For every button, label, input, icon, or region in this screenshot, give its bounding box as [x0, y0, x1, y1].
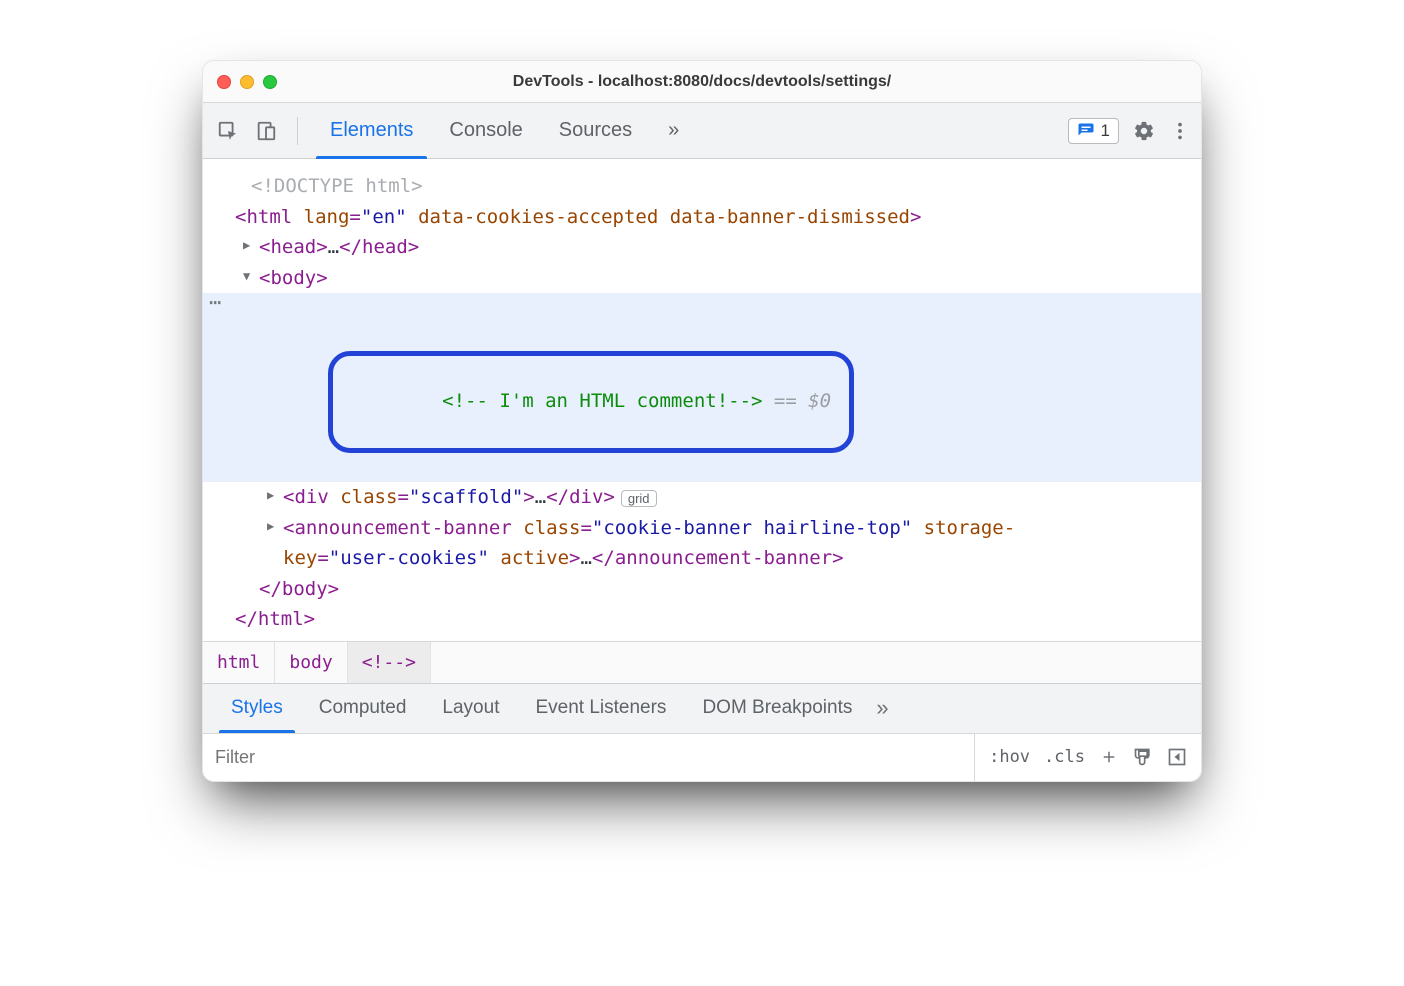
device-toolbar-icon[interactable] — [255, 120, 277, 142]
highlight-callout: <!-- I'm an HTML comment!--> == $0 — [328, 351, 854, 453]
breadcrumb: html body <!--> — [203, 641, 1201, 683]
settings-icon[interactable] — [1133, 120, 1155, 142]
close-icon[interactable] — [217, 75, 231, 89]
issues-count: 1 — [1101, 121, 1110, 141]
expand-toggle-icon[interactable]: ▶ — [267, 517, 279, 529]
breadcrumb-item[interactable]: <!--> — [348, 642, 431, 683]
styles-filter-input[interactable] — [203, 734, 974, 781]
computed-toggle-icon[interactable] — [1167, 747, 1187, 767]
tree-row[interactable]: ▶<head>…</head> — [203, 232, 1201, 263]
window-title: DevTools - localhost:8080/docs/devtools/… — [203, 73, 1201, 91]
tree-row[interactable]: ▼<body> — [203, 263, 1201, 294]
hov-toggle-button[interactable]: :hov — [989, 747, 1030, 767]
tree-row[interactable]: ▶<div class="scaffold">…</div>grid — [203, 482, 1201, 513]
tree-row[interactable]: </html> — [203, 604, 1201, 635]
selected-tree-row[interactable]: ⋯ <!-- I'm an HTML comment!--> == $0 — [203, 293, 1201, 482]
tab-console[interactable]: Console — [431, 103, 540, 159]
elements-tree[interactable]: <!DOCTYPE html> <html lang="en" data-coo… — [203, 159, 1201, 641]
paint-brush-icon[interactable] — [1133, 747, 1153, 767]
main-tabs: Elements Console Sources » — [312, 103, 697, 159]
tab-styles[interactable]: Styles — [213, 683, 301, 733]
collapse-toggle-icon[interactable]: ▼ — [243, 267, 255, 279]
main-toolbar: Elements Console Sources » 1 — [203, 103, 1201, 159]
new-style-rule-icon[interactable] — [1099, 747, 1119, 767]
styles-filter-bar: :hov .cls — [203, 733, 1201, 781]
cls-toggle-button[interactable]: .cls — [1044, 747, 1085, 767]
tree-row[interactable]: <html lang="en" data-cookies-accepted da… — [203, 202, 1201, 233]
toolbar-divider — [297, 117, 298, 145]
kebab-menu-icon[interactable] — [1169, 120, 1191, 142]
tab-layout[interactable]: Layout — [424, 683, 517, 733]
window-titlebar: DevTools - localhost:8080/docs/devtools/… — [203, 61, 1201, 103]
inspect-element-icon[interactable] — [217, 120, 239, 142]
tab-sources[interactable]: Sources — [541, 103, 650, 159]
devtools-window: DevTools - localhost:8080/docs/devtools/… — [202, 60, 1202, 782]
row-actions-icon[interactable]: ⋯ — [209, 295, 223, 315]
breadcrumb-item[interactable]: html — [203, 642, 275, 683]
grid-badge[interactable]: grid — [621, 490, 657, 507]
traffic-lights — [217, 75, 277, 89]
styles-toolbar: :hov .cls — [974, 734, 1201, 781]
breadcrumb-item[interactable]: body — [275, 642, 347, 683]
zoom-icon[interactable] — [263, 75, 277, 89]
tab-event-listeners[interactable]: Event Listeners — [517, 683, 684, 733]
minimize-icon[interactable] — [240, 75, 254, 89]
tree-row-continuation[interactable]: key="user-cookies" active>…</announcemen… — [203, 543, 1201, 574]
more-tabs-button[interactable]: » — [650, 103, 697, 159]
expand-toggle-icon[interactable]: ▶ — [243, 236, 255, 248]
tree-row[interactable]: </body> — [203, 574, 1201, 605]
tree-row[interactable]: <!DOCTYPE html> — [203, 171, 1201, 202]
tree-row[interactable]: ▶<announcement-banner class="cookie-bann… — [203, 513, 1201, 544]
expand-toggle-icon[interactable]: ▶ — [267, 486, 279, 498]
tab-elements[interactable]: Elements — [312, 103, 431, 159]
issues-button[interactable]: 1 — [1068, 118, 1119, 144]
styles-tabs: Styles Computed Layout Event Listeners D… — [203, 683, 1201, 733]
more-subtabs-button[interactable]: » — [870, 695, 894, 721]
doctype-node: <!DOCTYPE html> — [251, 175, 423, 197]
comment-node: <!-- I'm an HTML comment!--> — [442, 390, 762, 412]
tab-computed[interactable]: Computed — [301, 683, 425, 733]
tab-dom-breakpoints[interactable]: DOM Breakpoints — [684, 683, 870, 733]
